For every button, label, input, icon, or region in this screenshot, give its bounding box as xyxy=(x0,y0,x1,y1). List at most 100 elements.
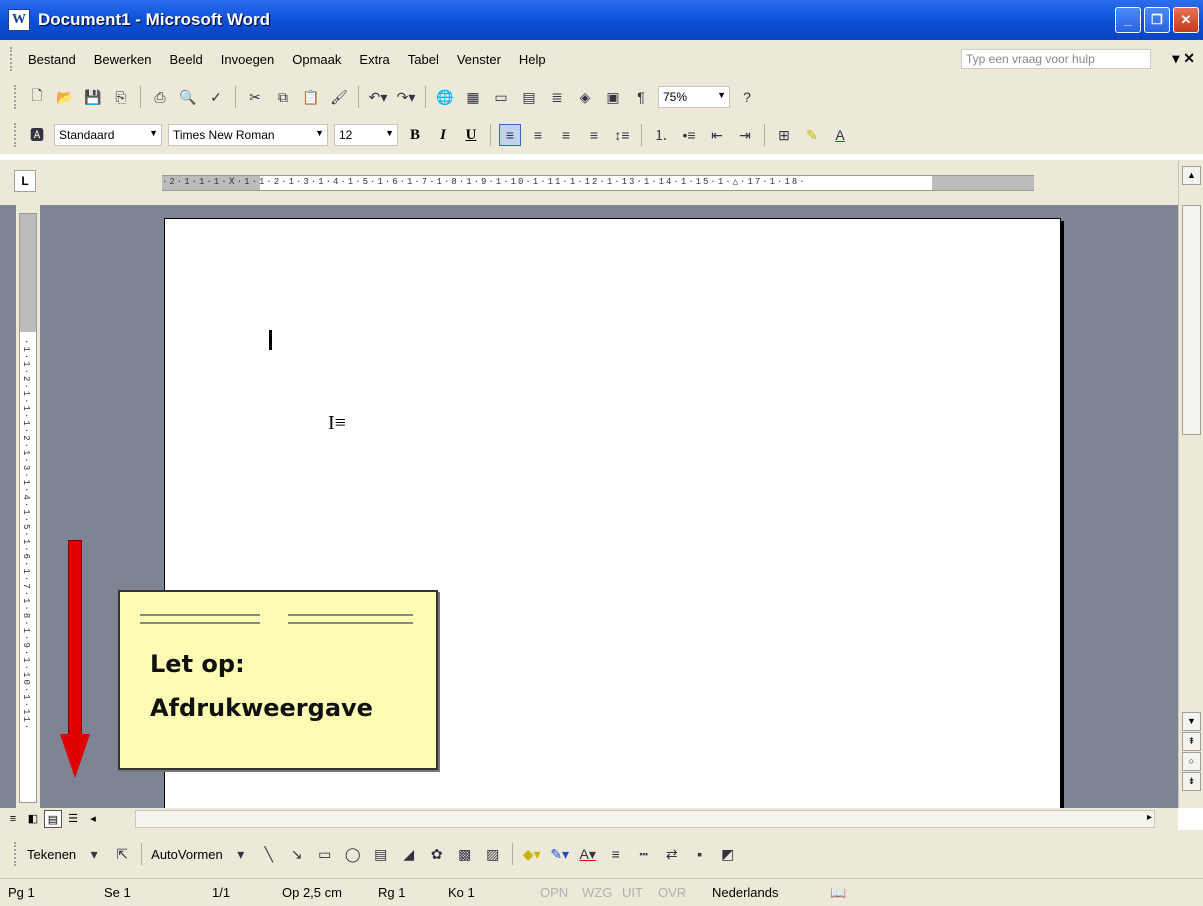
status-track[interactable]: WZG xyxy=(582,885,612,900)
font-color-icon[interactable]: A▾ xyxy=(577,843,599,865)
picture-icon[interactable]: ▨ xyxy=(482,843,504,865)
justify-icon[interactable]: ≡ xyxy=(583,124,605,146)
vertical-ruler[interactable]: ·1·1·2·1·1·1·2·1·3·1·4·1·5·1·6·1·7·1·8·1… xyxy=(16,205,40,808)
insert-excel-icon[interactable]: ▤ xyxy=(518,86,540,108)
line-style-icon[interactable]: ≡ xyxy=(605,843,627,865)
autoshapes-menu[interactable]: AutoVormen xyxy=(147,847,227,862)
font-color-icon[interactable]: A xyxy=(829,124,851,146)
previous-page-icon[interactable]: ⇞ xyxy=(1182,732,1201,751)
permission-icon[interactable]: ⎘ xyxy=(110,86,132,108)
show-formatting-icon[interactable]: ¶ xyxy=(630,86,652,108)
close-button[interactable]: ✕ xyxy=(1173,7,1199,33)
align-left-icon[interactable]: ≡ xyxy=(499,124,521,146)
scroll-up-icon[interactable]: ▲ xyxy=(1182,166,1201,185)
shadow-style-icon[interactable]: ▪ xyxy=(689,843,711,865)
save-icon[interactable]: 💾 xyxy=(82,86,104,108)
toolbar-grip[interactable] xyxy=(14,842,17,866)
decrease-indent-icon[interactable]: ⇤ xyxy=(706,124,728,146)
status-rec[interactable]: OPN xyxy=(540,885,568,900)
open-folder-icon[interactable]: 📂 xyxy=(54,86,76,108)
menu-venster[interactable]: Venster xyxy=(448,52,510,67)
drawing-toggle-icon[interactable]: ◈ xyxy=(574,86,596,108)
word-app-icon[interactable] xyxy=(8,9,30,31)
select-browse-object-icon[interactable]: ○ xyxy=(1182,752,1201,771)
dash-style-icon[interactable]: ┅ xyxy=(633,843,655,865)
vertical-scrollbar[interactable]: ▲ ▼ ⇞ ○ ⇟ xyxy=(1178,160,1203,808)
clipart-icon[interactable]: ▩ xyxy=(454,843,476,865)
print-preview-icon[interactable]: 🔍 xyxy=(177,86,199,108)
chevron-down-icon[interactable]: ▾ xyxy=(230,843,252,865)
line-icon[interactable]: ╲ xyxy=(258,843,280,865)
ask-question-input[interactable]: Typ een vraag voor hulp xyxy=(961,49,1151,69)
italic-button[interactable]: I xyxy=(432,127,454,144)
menu-opmaak[interactable]: Opmaak xyxy=(283,52,350,67)
align-right-icon[interactable]: ≡ xyxy=(555,124,577,146)
line-spacing-icon[interactable]: ↕≡ xyxy=(611,124,633,146)
chevron-down-icon[interactable]: ▾ xyxy=(83,843,105,865)
oval-icon[interactable]: ◯ xyxy=(342,843,364,865)
text-box-icon[interactable]: ▤ xyxy=(370,843,392,865)
style-select[interactable]: Standaard ▼ xyxy=(54,124,162,146)
print-icon[interactable]: ⎙ xyxy=(149,86,171,108)
insert-table-icon[interactable]: ▭ xyxy=(490,86,512,108)
select-objects-icon[interactable]: ⇱ xyxy=(111,843,133,865)
spelling-icon[interactable]: ✓ xyxy=(205,86,227,108)
menu-invoegen[interactable]: Invoegen xyxy=(212,52,284,67)
wordart-icon[interactable]: ◢ xyxy=(398,843,420,865)
tab-selector[interactable]: L xyxy=(14,170,36,192)
paste-icon[interactable]: 📋 xyxy=(300,86,322,108)
numbering-icon[interactable]: ⒈ xyxy=(650,124,672,146)
arrow-icon[interactable]: ↘ xyxy=(286,843,308,865)
menu-tabel[interactable]: Tabel xyxy=(399,52,448,67)
rectangle-icon[interactable]: ▭ xyxy=(314,843,336,865)
close-document-icon[interactable]: ▾ ✕ xyxy=(1172,50,1195,67)
status-ovr[interactable]: OVR xyxy=(658,885,686,900)
spelling-status-icon[interactable]: 📖 xyxy=(830,885,846,901)
align-center-icon[interactable]: ≡ xyxy=(527,124,549,146)
diagram-icon[interactable]: ✿ xyxy=(426,843,448,865)
format-painter-icon[interactable]: 🖌 xyxy=(328,86,350,108)
menu-bewerken[interactable]: Bewerken xyxy=(85,52,161,67)
horizontal-scrollbar[interactable]: ▸ xyxy=(135,810,1155,828)
print-layout-icon[interactable]: ▤ xyxy=(44,810,62,828)
undo-icon[interactable]: ↶▾ xyxy=(367,86,389,108)
cut-icon[interactable]: ✂ xyxy=(244,86,266,108)
bullets-icon[interactable]: •≡ xyxy=(678,124,700,146)
horizontal-ruler[interactable]: ·2·1·1·1·Ⅹ·1·1·2·1·3·1·4·1·5·1·6·1·7·1·8… xyxy=(162,175,1034,191)
scroll-thumb[interactable] xyxy=(1182,205,1201,435)
font-size-select[interactable]: 12 ▼ xyxy=(334,124,398,146)
underline-button[interactable]: U xyxy=(460,127,482,144)
3d-style-icon[interactable]: ◩ xyxy=(717,843,739,865)
styles-pane-icon[interactable]: 🅰 xyxy=(26,124,48,146)
fill-color-icon[interactable]: ◆▾ xyxy=(521,843,543,865)
normal-view-icon[interactable]: ≡ xyxy=(4,810,22,828)
toolbar-grip[interactable] xyxy=(14,123,17,147)
redo-icon[interactable]: ↷▾ xyxy=(395,86,417,108)
zoom-select[interactable]: 75% ▼ xyxy=(658,86,730,108)
menu-extra[interactable]: Extra xyxy=(350,52,398,67)
scroll-down-icon[interactable]: ▼ xyxy=(1182,712,1201,731)
status-language[interactable]: Nederlands xyxy=(712,885,779,900)
line-color-icon[interactable]: ✎▾ xyxy=(549,843,571,865)
maximize-button[interactable]: ❐ xyxy=(1144,7,1170,33)
hyperlink-icon[interactable]: 🌐 xyxy=(434,86,456,108)
border-icon[interactable]: ⊞ xyxy=(773,124,795,146)
outline-view-icon[interactable]: ☰ xyxy=(64,810,82,828)
bold-button[interactable]: B xyxy=(404,127,426,144)
web-layout-icon[interactable]: ◧ xyxy=(24,810,42,828)
minimize-button[interactable]: _ xyxy=(1115,7,1141,33)
toolbar-grip[interactable] xyxy=(14,85,17,109)
next-page-icon[interactable]: ⇟ xyxy=(1182,772,1201,791)
menubar-grip[interactable] xyxy=(10,47,13,71)
scroll-left-icon[interactable]: ◂ xyxy=(84,810,102,828)
document-map-icon[interactable]: ▣ xyxy=(602,86,624,108)
menu-beeld[interactable]: Beeld xyxy=(161,52,212,67)
arrow-style-icon[interactable]: ⇄ xyxy=(661,843,683,865)
font-select[interactable]: Times New Roman ▼ xyxy=(168,124,328,146)
scroll-right-icon[interactable]: ▸ xyxy=(1147,812,1152,823)
menu-bestand[interactable]: Bestand xyxy=(19,52,85,67)
tables-borders-icon[interactable]: ▦ xyxy=(462,86,484,108)
new-document-icon[interactable]: 🗋 xyxy=(26,86,48,108)
help-icon[interactable]: ? xyxy=(736,86,758,108)
copy-icon[interactable]: ⧉ xyxy=(272,86,294,108)
